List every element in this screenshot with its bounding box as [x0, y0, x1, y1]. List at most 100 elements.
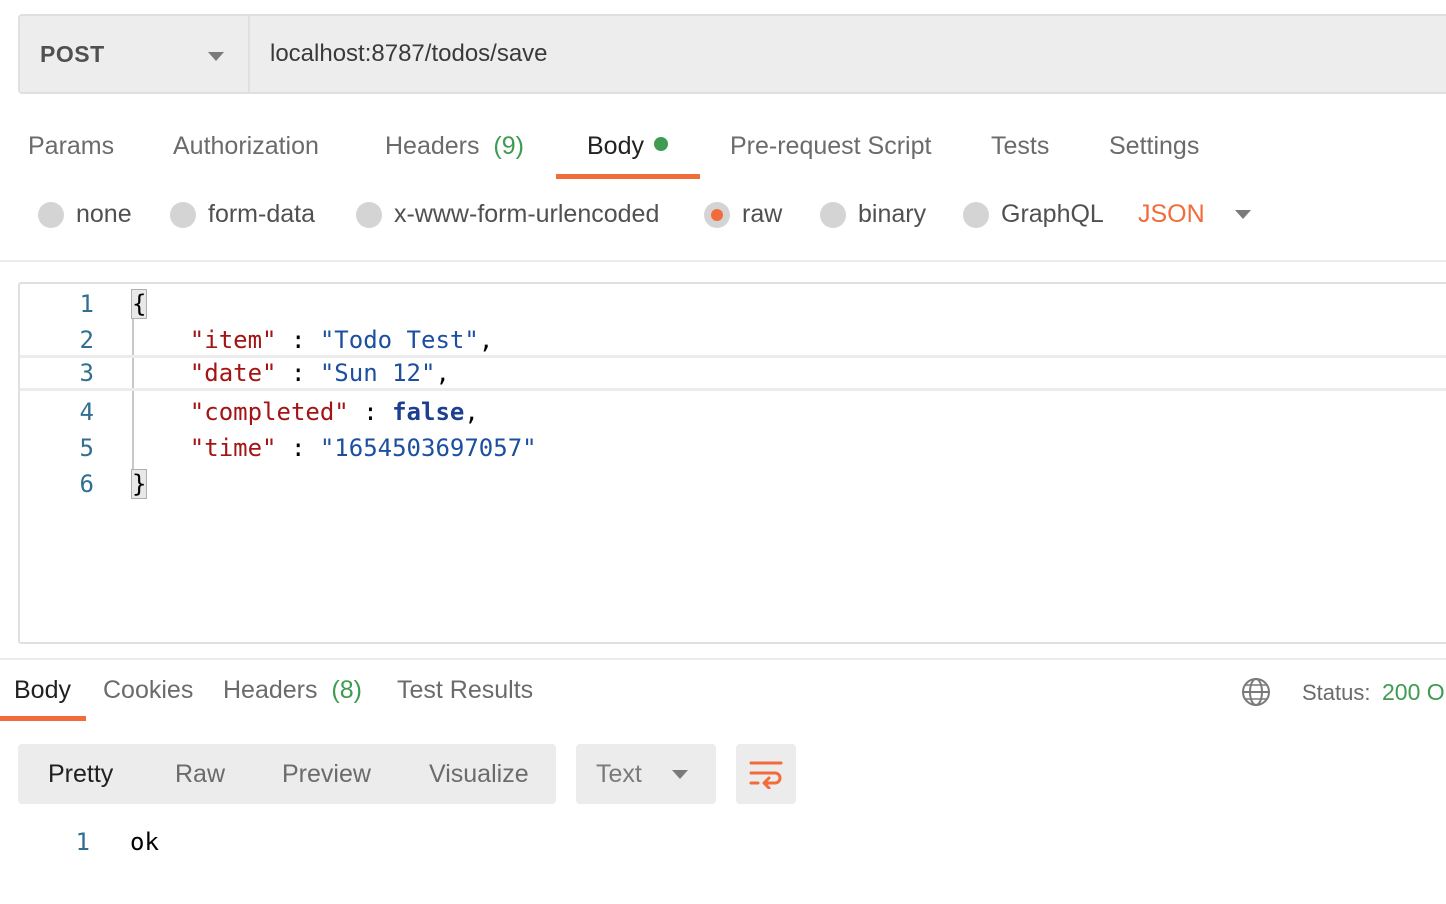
radio-binary[interactable]: binary [820, 200, 926, 229]
line-number: 5 [79, 434, 94, 462]
editor-line: 1 { [20, 286, 1446, 322]
status-label: Status: [1302, 680, 1371, 705]
tab-settings[interactable]: Settings [1109, 132, 1199, 161]
divider [0, 260, 1446, 262]
view-preview-button[interactable]: Preview [282, 744, 371, 804]
json-boolean: false [392, 398, 465, 426]
divider [0, 658, 1446, 660]
method-label: POST [40, 40, 105, 67]
line-number: 6 [79, 470, 94, 498]
chevron-down-icon [208, 52, 224, 61]
radio-circle [170, 201, 196, 228]
modified-dot-icon [653, 137, 668, 151]
json-key: "time" [189, 434, 277, 462]
json-comma: , [478, 326, 494, 354]
editor-line: 4 "completed" : false, [20, 394, 1446, 430]
radio-raw[interactable]: raw [704, 200, 782, 229]
tab-params[interactable]: Params [28, 132, 114, 161]
response-format-label: Text [596, 759, 642, 788]
chevron-down-icon [1234, 210, 1251, 219]
code-text: { [130, 289, 148, 319]
globe-icon[interactable] [1240, 676, 1272, 708]
view-raw-button[interactable]: Raw [175, 744, 225, 804]
active-response-tab-indicator [0, 716, 86, 721]
body-type-radios: none form-data x-www-form-urlencoded raw… [36, 200, 1436, 244]
tab-authorization[interactable]: Authorization [173, 132, 319, 161]
radio-label: none [76, 200, 132, 228]
tab-tests[interactable]: Tests [991, 132, 1049, 161]
code-text: "completed" : false, [132, 398, 479, 426]
raw-format-label: JSON [1138, 200, 1205, 228]
json-string: "Sun 12" [319, 359, 436, 387]
json-string: "1654503697057" [319, 434, 537, 462]
json-key: "item" [189, 326, 277, 354]
request-url-bar: POST localhost:8787/todos/save [18, 14, 1446, 94]
json-colon: : [276, 326, 320, 354]
json-comma: , [435, 359, 450, 387]
json-colon: : [276, 434, 320, 462]
json-key: "date" [189, 359, 277, 387]
response-format-select[interactable]: Text [576, 744, 716, 804]
editor-line: 2 "item" : "Todo Test", [20, 322, 1446, 358]
json-key: "completed" [189, 398, 349, 426]
radio-circle [963, 201, 989, 228]
wrap-lines-icon [749, 761, 783, 789]
url-input[interactable]: localhost:8787/todos/save [250, 16, 1446, 92]
tab-pre-request-script[interactable]: Pre-request Script [730, 132, 931, 161]
code-text: "time" : "1654503697057" [132, 434, 537, 462]
json-comma: , [464, 398, 479, 426]
brace: } [130, 469, 148, 499]
tab-body-label: Body [587, 132, 644, 160]
response-view-modes: Pretty Raw Preview Visualize [18, 744, 556, 804]
code-text: "item" : "Todo Test", [132, 326, 493, 354]
status-value: 200 OK [1382, 679, 1446, 705]
request-body-editor[interactable]: 1 { 2 "item" : "Todo Test", 3 "date" : "… [18, 282, 1446, 644]
line-number: 1 [79, 290, 94, 318]
tab-headers-label: Headers [385, 132, 480, 160]
tab-headers-count: (9) [493, 132, 524, 160]
radio-circle [820, 201, 846, 228]
brace: { [130, 289, 148, 319]
radio-circle-selected [704, 201, 730, 228]
json-colon: : [276, 359, 320, 387]
radio-graphql[interactable]: GraphQL [963, 200, 1104, 229]
line-number: 1 [75, 828, 90, 856]
response-tab-headers-count: (8) [331, 676, 362, 704]
tab-body[interactable]: Body [587, 132, 668, 161]
radio-none[interactable]: none [38, 200, 132, 229]
json-colon: : [348, 398, 393, 426]
editor-line: 6 } [20, 466, 1446, 502]
radio-circle [38, 201, 64, 228]
code-text: } [130, 469, 148, 499]
radio-label: GraphQL [1001, 200, 1104, 228]
line-number: 4 [79, 398, 94, 426]
tab-headers[interactable]: Headers (9) [385, 132, 524, 161]
radio-label: form-data [208, 200, 315, 228]
radio-circle [356, 201, 382, 228]
editor-line: 5 "time" : "1654503697057" [20, 430, 1446, 466]
method-select[interactable]: POST [20, 16, 250, 92]
response-tab-test-results[interactable]: Test Results [397, 676, 533, 705]
view-visualize-button[interactable]: Visualize [429, 744, 529, 804]
line-number: 2 [79, 326, 94, 354]
radio-label: raw [742, 200, 783, 228]
response-tab-cookies[interactable]: Cookies [103, 676, 193, 705]
response-body: 1 ok [0, 822, 400, 862]
json-string: "Todo Test" [319, 326, 479, 354]
response-tab-headers[interactable]: Headers (8) [223, 676, 362, 705]
active-tab-indicator [556, 174, 700, 179]
radio-x-www-form-urlencoded[interactable]: x-www-form-urlencoded [356, 200, 659, 229]
line-number: 3 [79, 359, 94, 387]
response-content: ok [130, 828, 159, 856]
editor-line-current: 3 "date" : "Sun 12", [20, 355, 1446, 391]
code-text: "date" : "Sun 12", [132, 359, 450, 387]
response-tab-headers-label: Headers [223, 676, 318, 704]
response-tab-body[interactable]: Body [14, 676, 71, 705]
radio-form-data[interactable]: form-data [170, 200, 315, 229]
radio-label: binary [858, 200, 927, 228]
chevron-down-icon [672, 770, 688, 779]
raw-format-select[interactable]: JSON [1138, 200, 1251, 229]
view-pretty-button[interactable]: Pretty [48, 744, 113, 804]
radio-label: x-www-form-urlencoded [394, 200, 660, 228]
wrap-lines-button[interactable] [736, 744, 796, 804]
